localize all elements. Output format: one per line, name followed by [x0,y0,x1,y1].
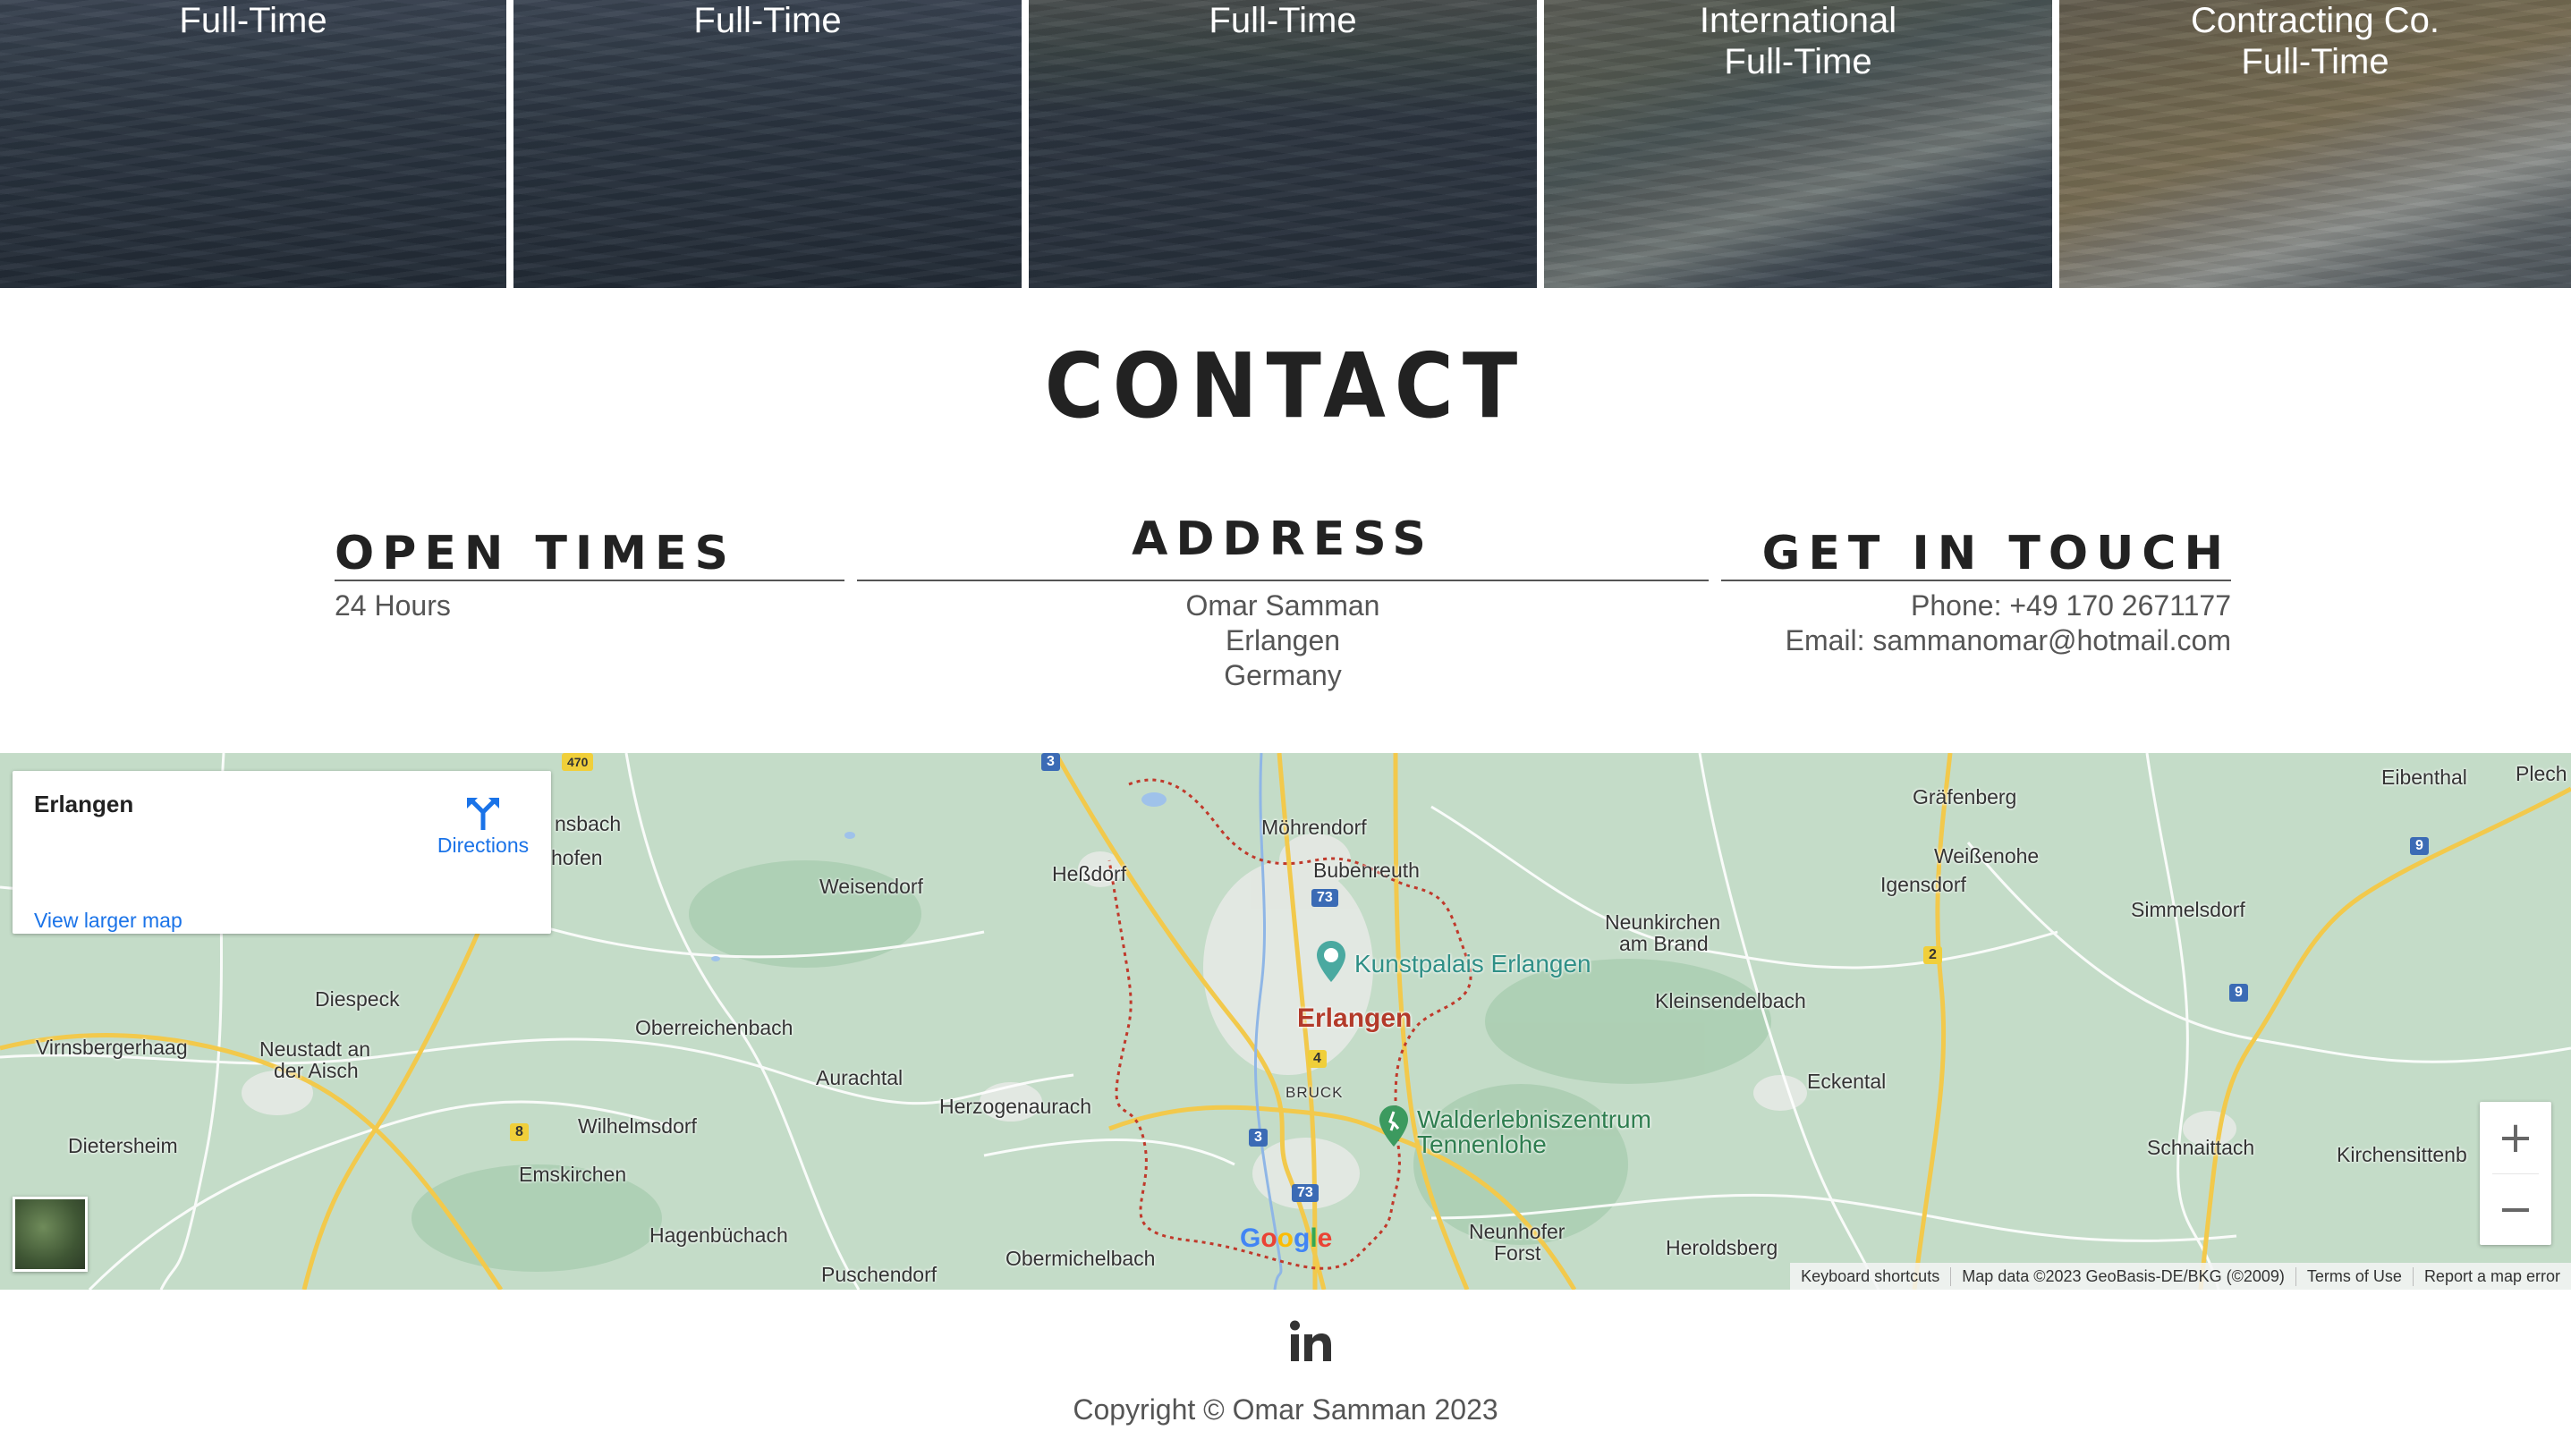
tile-2[interactable]: Full-Time [513,0,1022,288]
map-label: Kleinsendelbach [1655,989,1806,1012]
map-label: Puschendorf [821,1263,938,1286]
map-label: der Aisch [274,1059,359,1082]
map-label: BRUCK [1286,1084,1344,1101]
map-label: Forst [1494,1241,1541,1265]
open-times-section: OPEN TIMES 24 Hours [335,528,844,623]
map-label: Weisendorf [819,875,923,898]
map-attribution-bar: Keyboard shortcuts Map data ©2023 GeoBas… [1790,1263,2571,1290]
keyboard-shortcuts-link[interactable]: Keyboard shortcuts [1790,1267,1950,1286]
open-times-heading: OPEN TIMES [335,527,736,580]
phone-text[interactable]: Phone: +49 170 2671177 [1721,588,2231,623]
map-label: Gräfenberg [1913,785,2017,808]
portfolio-tiles: Full-Time Full-Time Full-Time Internatio… [0,0,2571,288]
tile-5[interactable]: Contracting Co. Full-Time [2059,0,2571,288]
get-in-touch-heading: GET IN TOUCH [1761,527,2231,580]
zoom-out-button[interactable]: − [2480,1173,2551,1245]
road-shield: 4 [1308,1050,1327,1068]
road-shield: 73 [1311,889,1338,907]
hiking-pin-icon[interactable] [1378,1104,1410,1148]
directions-label: Directions [437,834,530,857]
road-shield: 9 [2229,984,2248,1002]
address-country: Germany [1224,659,1342,691]
map-label: Kirchensittenb [2337,1143,2467,1166]
map-label: Hagenbüchach [649,1223,788,1247]
map-label: Emskirchen [519,1163,627,1186]
map-label: Neunhofer [1469,1220,1566,1243]
tile-1[interactable]: Full-Time [0,0,506,288]
map-place-title: Erlangen [34,791,134,817]
email-link[interactable]: Email: sammanomar@hotmail.com [1721,623,2231,658]
address-city: Erlangen [1225,624,1341,656]
map-label: Heroldsberg [1666,1236,1778,1259]
map-label: Plech [2516,762,2567,785]
google-map[interactable]: Möhrendorf Bubenreuth Heßdorf Weisendorf… [0,753,2571,1290]
map-label: am Brand [1619,932,1709,955]
zoom-controls: + − [2480,1102,2551,1245]
map-label: nsbach [555,812,622,835]
map-label: Igensdorf [1880,873,1966,896]
google-logo: Google [1240,1223,1333,1253]
road-shield: 3 [1041,753,1060,771]
road-shield: 9 [2410,837,2429,855]
tile-caption: International Full-Time [1699,1,1897,81]
tile-caption: Full-Time [1209,1,1357,40]
contact-title: CONTACT [1044,334,1527,438]
map-label: Eibenthal [2381,766,2467,789]
map-label: Oberreichenbach [635,1016,793,1039]
road-shield: 3 [1249,1129,1268,1147]
map-label: Aurachtal [816,1066,904,1089]
map-label: Neustadt an [259,1037,371,1061]
museum-pin-icon[interactable] [1315,939,1347,984]
linkedin-icon[interactable] [1288,1318,1335,1365]
address-name: Omar Samman [1185,589,1380,622]
map-label: Weißenohe [1934,844,2040,868]
tile-3[interactable]: Full-Time [1029,0,1537,288]
tile-4[interactable]: International Full-Time [1544,0,2052,288]
map-poi-tennenlohe: Tennenlohe [1417,1130,1547,1158]
directions-icon [467,798,499,830]
map-info-card: Erlangen Directions View larger map [13,771,551,934]
map-data-text: Map data ©2023 GeoBasis-DE/BKG (©2009) [1950,1266,2295,1286]
tile-caption: Contracting Co. Full-Time [2191,1,2439,81]
road-shield: 470 [562,753,594,771]
map-label: Bubenreuth [1313,859,1420,882]
copyright-text: Copyright © Omar Samman 2023 [1073,1393,1498,1426]
address-section: ADDRESS Omar Samman Erlangen Germany [857,513,1709,693]
road-shield: 73 [1292,1184,1319,1202]
zoom-in-button[interactable]: + [2480,1102,2551,1173]
get-in-touch-section: GET IN TOUCH Phone: +49 170 2671177 Emai… [1721,528,2231,658]
map-label: Wilhelmsdorf [578,1114,697,1138]
address-heading: ADDRESS [1132,512,1434,566]
map-label: hofen [551,846,603,869]
map-label: Neunkirchen [1605,910,1721,934]
road-shield: 2 [1923,946,1942,964]
map-label: Dietersheim [68,1134,178,1157]
map-label: Virnsbergerhaag [36,1036,188,1059]
tile-caption: Full-Time [179,1,327,40]
directions-button[interactable]: Directions [420,791,546,858]
map-label: Heßdorf [1052,862,1127,885]
map-label: Simmelsdorf [2131,898,2245,921]
map-label: Diespeck [315,987,400,1011]
map-city-label: Erlangen [1297,1003,1413,1033]
tile-caption: Full-Time [693,1,842,40]
road-shield: 8 [510,1123,529,1141]
satellite-toggle-button[interactable] [13,1197,88,1272]
report-map-error-link[interactable]: Report a map error [2412,1266,2571,1286]
map-label: Möhrendorf [1261,816,1367,839]
open-times-text: 24 Hours [335,589,451,622]
view-larger-map-link[interactable]: View larger map [34,909,182,933]
map-label: Obermichelbach [1005,1247,1156,1270]
map-label: Schnaittach [2147,1136,2255,1159]
map-label: Eckental [1807,1070,1887,1093]
map-poi-kunstpalais[interactable]: Kunstpalais Erlangen [1354,950,1591,978]
terms-of-use-link[interactable]: Terms of Use [2295,1266,2413,1286]
map-label: Herzogenaurach [939,1095,1092,1118]
